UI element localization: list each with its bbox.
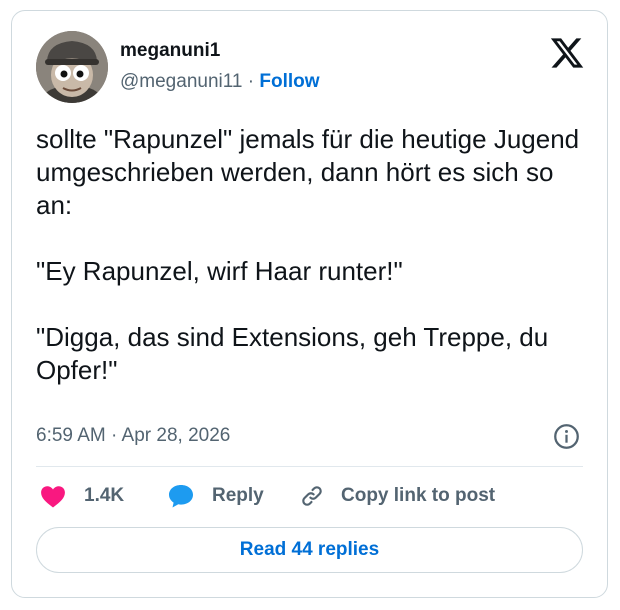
tweet-timestamp[interactable]: 6:59 AM · Apr 28, 2026 bbox=[36, 425, 230, 447]
divider bbox=[36, 466, 583, 467]
x-logo-icon[interactable] bbox=[549, 35, 585, 71]
handle-separator: · bbox=[242, 71, 260, 92]
tweet-text: sollte "Rapunzel" jemals für die heutige… bbox=[36, 124, 580, 385]
tweet-card: meganuni1 @meganuni11 · Follow sollte "R… bbox=[11, 10, 608, 598]
copy-link-label: Copy link to post bbox=[341, 485, 496, 506]
follow-button[interactable]: Follow bbox=[259, 71, 319, 92]
like-button[interactable]: 1.4K bbox=[40, 481, 124, 511]
copy-link-button[interactable]: Copy link to post bbox=[299, 481, 495, 511]
author-handle-row: @meganuni11 · Follow bbox=[120, 71, 320, 93]
speech-bubble-icon bbox=[167, 483, 195, 509]
author-name[interactable]: meganuni1 bbox=[120, 40, 220, 62]
like-count: 1.4K bbox=[84, 485, 125, 506]
read-replies-button[interactable]: Read 44 replies bbox=[36, 527, 583, 573]
avatar[interactable] bbox=[36, 31, 108, 103]
info-icon[interactable] bbox=[553, 423, 580, 450]
author-handle[interactable]: @meganuni11 bbox=[120, 71, 242, 92]
heart-icon bbox=[40, 484, 66, 508]
link-icon bbox=[299, 483, 325, 509]
reply-button[interactable]: Reply bbox=[167, 481, 264, 511]
reply-label: Reply bbox=[212, 485, 264, 506]
